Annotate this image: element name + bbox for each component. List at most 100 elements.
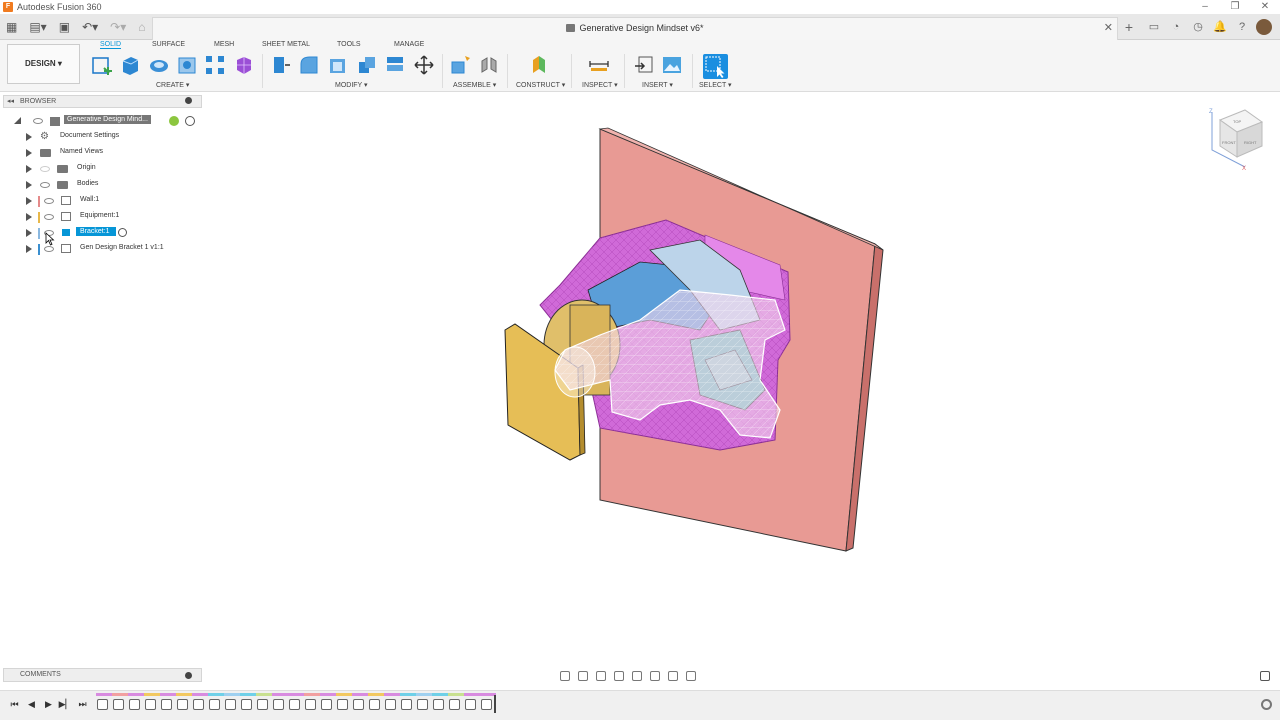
timeline-feature-icon[interactable] bbox=[273, 699, 284, 710]
avatar[interactable] bbox=[1256, 19, 1272, 35]
joint-icon[interactable] bbox=[478, 54, 500, 76]
tab-mesh[interactable]: MESH bbox=[214, 41, 234, 48]
expand-arrow-icon[interactable] bbox=[26, 197, 32, 205]
timeline-feature-icon[interactable] bbox=[433, 699, 444, 710]
timeline-feature-icon[interactable] bbox=[113, 699, 124, 710]
viewports-icon[interactable] bbox=[686, 670, 696, 681]
step-back-icon[interactable]: ◀ bbox=[23, 699, 40, 710]
insert-group-label[interactable]: INSERT ▾ bbox=[642, 81, 673, 89]
timeline-feature-icon[interactable] bbox=[449, 699, 460, 710]
timeline-feature-icon[interactable] bbox=[369, 699, 380, 710]
new-tab-icon[interactable]: + bbox=[1120, 18, 1138, 36]
add-comment-icon[interactable] bbox=[185, 672, 192, 679]
timeline-feature-icon[interactable] bbox=[177, 699, 188, 710]
timeline-feature-icon[interactable] bbox=[401, 699, 412, 710]
tree-root[interactable]: Generative Design Mind... bbox=[0, 114, 200, 128]
expand-arrow-icon[interactable] bbox=[26, 213, 32, 221]
insert-derive-icon[interactable] bbox=[633, 54, 655, 76]
visibility-eye-icon[interactable] bbox=[44, 246, 54, 252]
file-menu-icon[interactable]: ▤▾ bbox=[29, 20, 46, 34]
timeline-feature-icon[interactable] bbox=[353, 699, 364, 710]
fit-icon[interactable] bbox=[632, 670, 642, 681]
collapse-panel-icon[interactable]: ◂◂ bbox=[7, 96, 14, 107]
help-icon[interactable]: ? bbox=[1234, 19, 1250, 35]
clock-icon[interactable]: ◷ bbox=[1190, 19, 1206, 35]
insert-canvas-icon[interactable] bbox=[661, 54, 683, 76]
comments-panel-header[interactable]: COMMENTS bbox=[3, 668, 202, 682]
pin-icon[interactable] bbox=[185, 97, 192, 104]
extrude-icon[interactable] bbox=[119, 54, 141, 76]
tree-item-named-views[interactable]: Named Views bbox=[0, 146, 200, 160]
create-form-icon[interactable] bbox=[233, 54, 255, 76]
expand-arrow-icon[interactable] bbox=[26, 245, 32, 253]
select-group-label[interactable]: SELECT ▾ bbox=[699, 81, 732, 89]
expand-arrow-icon[interactable] bbox=[26, 165, 32, 173]
select-icon[interactable] bbox=[703, 54, 728, 79]
tree-item-origin[interactable]: Origin bbox=[0, 162, 200, 176]
timeline-feature-icon[interactable] bbox=[241, 699, 252, 710]
maximize-button[interactable]: ❐ bbox=[1220, 0, 1250, 14]
tree-item-equipment[interactable]: Equipment:1 bbox=[0, 210, 200, 224]
fillet-icon[interactable] bbox=[298, 54, 320, 76]
expand-arrow-icon[interactable] bbox=[26, 149, 32, 157]
visibility-eye-icon[interactable] bbox=[40, 166, 50, 172]
visibility-eye-icon[interactable] bbox=[44, 198, 54, 204]
timeline-feature-icon[interactable] bbox=[417, 699, 428, 710]
timeline-feature-icon[interactable] bbox=[481, 699, 492, 710]
grid-settings-icon[interactable] bbox=[668, 670, 678, 681]
pattern-icon[interactable] bbox=[204, 54, 226, 76]
tab-surface[interactable]: SURFACE bbox=[152, 41, 185, 48]
inspect-group-label[interactable]: INSPECT ▾ bbox=[582, 81, 618, 89]
combine-icon[interactable] bbox=[356, 54, 378, 76]
expand-arrow-icon[interactable] bbox=[26, 181, 32, 189]
tab-solid[interactable]: SOLID bbox=[100, 41, 122, 49]
tree-item-bracket[interactable]: Bracket:1 bbox=[0, 226, 200, 240]
notifications-icon[interactable]: 🔔 bbox=[1212, 19, 1228, 35]
expand-arrow-icon[interactable] bbox=[26, 229, 32, 237]
timeline-feature-icon[interactable] bbox=[161, 699, 172, 710]
chat-icon[interactable]: ▭ bbox=[1146, 19, 1162, 35]
timeline-feature-icon[interactable] bbox=[209, 699, 220, 710]
display-settings-icon[interactable] bbox=[650, 670, 660, 681]
measure-icon[interactable] bbox=[588, 54, 610, 76]
construct-group-label[interactable]: CONSTRUCT ▾ bbox=[516, 81, 565, 89]
collapse-arrow-icon[interactable] bbox=[14, 117, 21, 124]
orbit-icon[interactable] bbox=[560, 670, 570, 681]
go-to-start-icon[interactable]: ⏮ bbox=[6, 699, 23, 710]
timeline-feature-icon[interactable] bbox=[129, 699, 140, 710]
workspace-switcher[interactable]: DESIGN ▾ bbox=[7, 44, 80, 84]
visibility-eye-icon[interactable] bbox=[40, 182, 50, 188]
new-component-icon[interactable] bbox=[449, 54, 471, 76]
timeline-feature-icon[interactable] bbox=[257, 699, 268, 710]
play-icon[interactable]: ▶ bbox=[40, 699, 57, 710]
activate-radio-icon[interactable] bbox=[185, 116, 195, 126]
close-tab-icon[interactable]: ✕ bbox=[1104, 18, 1113, 39]
modify-group-label[interactable]: MODIFY ▾ bbox=[335, 81, 368, 89]
tab-tools[interactable]: TOOLS bbox=[337, 41, 361, 48]
bracket-body[interactable] bbox=[587, 239, 766, 411]
press-pull-icon[interactable] bbox=[269, 54, 291, 76]
timeline-feature-icon[interactable] bbox=[385, 699, 396, 710]
timeline-marker[interactable] bbox=[494, 695, 496, 713]
timeline-feature-icon[interactable] bbox=[289, 699, 300, 710]
look-at-icon[interactable] bbox=[578, 670, 588, 681]
close-window-button[interactable]: ✕ bbox=[1250, 0, 1280, 14]
move-icon[interactable] bbox=[413, 54, 435, 76]
activate-radio-icon[interactable] bbox=[118, 228, 127, 237]
hole-icon[interactable] bbox=[176, 54, 198, 76]
grid-apps-icon[interactable]: ▦ bbox=[6, 20, 17, 34]
split-body-icon[interactable] bbox=[384, 54, 406, 76]
tree-item-document-settings[interactable]: ⚙ Document Settings bbox=[0, 130, 200, 144]
go-to-end-icon[interactable]: ⏭ bbox=[74, 699, 91, 710]
equipment-body[interactable] bbox=[504, 299, 621, 461]
timeline-feature-icon[interactable] bbox=[225, 699, 236, 710]
generative-bracket-body[interactable] bbox=[554, 289, 786, 439]
assemble-group-label[interactable]: ASSEMBLE ▾ bbox=[453, 81, 496, 89]
tab-sheet-metal[interactable]: SHEET METAL bbox=[262, 41, 310, 48]
save-icon[interactable]: ▣ bbox=[59, 20, 70, 34]
view-cube[interactable]: TOP FRONT RIGHT Z X bbox=[1209, 109, 1264, 172]
step-forward-icon[interactable]: ▶▏ bbox=[57, 699, 74, 710]
timeline-settings-icon[interactable] bbox=[1261, 699, 1272, 710]
job-status-icon[interactable]: ◔ bbox=[1168, 19, 1184, 35]
home-icon[interactable]: ⌂ bbox=[138, 20, 145, 34]
